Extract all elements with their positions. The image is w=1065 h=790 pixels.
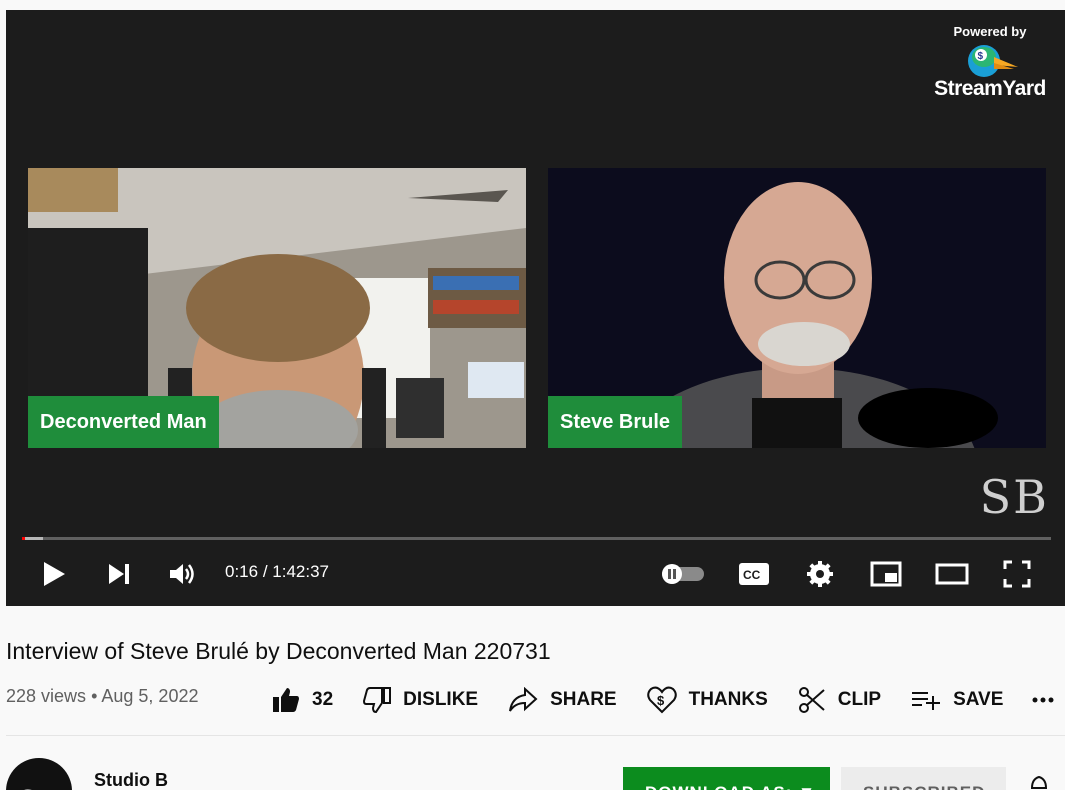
theater-icon — [935, 563, 969, 585]
captions-button[interactable]: CC — [734, 556, 774, 592]
fullscreen-icon — [1003, 560, 1031, 588]
video-actions: 32 DISLIKE SHARE $ THANKS CLIP SAVE — [272, 684, 1065, 716]
participant-name-tag-left: Deconverted Man — [28, 396, 219, 448]
progress-played — [22, 537, 25, 540]
progress-bar[interactable] — [22, 537, 1051, 540]
thumbs-down-icon — [363, 687, 392, 713]
time-display: 0:16 / 1:42:37 — [225, 562, 329, 582]
play-icon — [44, 562, 65, 586]
play-button[interactable] — [34, 556, 74, 592]
like-button[interactable]: 32 — [272, 687, 333, 713]
thanks-heart-icon: $ — [646, 686, 677, 714]
autoplay-toggle[interactable] — [660, 556, 706, 592]
video-meta: 228 views • Aug 5, 2022 — [6, 686, 198, 707]
thanks-button[interactable]: $ THANKS — [646, 686, 768, 714]
view-count: 228 views — [6, 686, 87, 706]
current-time: 0:16 — [225, 562, 259, 581]
svg-text:$: $ — [978, 51, 984, 62]
channel-watermark: SB — [979, 470, 1049, 524]
next-button[interactable] — [99, 556, 139, 592]
more-actions-button[interactable] — [1031, 696, 1065, 704]
save-playlist-icon — [912, 692, 941, 710]
like-count: 32 — [312, 689, 334, 710]
fullscreen-button[interactable] — [997, 556, 1037, 592]
share-button[interactable]: SHARE — [508, 687, 617, 713]
upload-date: Aug 5, 2022 — [101, 686, 199, 706]
video-player[interactable]: Powered by $ StreamYard Deconverted Man … — [6, 10, 1065, 606]
mute-button[interactable] — [163, 556, 203, 592]
progress-buffered — [22, 537, 43, 540]
clip-button[interactable]: CLIP — [798, 686, 881, 714]
channel-avatar[interactable]: SB — [6, 758, 72, 790]
save-label: SAVE — [953, 689, 1004, 710]
streamyard-logo-icon: $ — [968, 45, 1018, 77]
miniplayer-icon — [870, 561, 902, 587]
thumbs-up-icon — [273, 688, 299, 712]
streamyard-name: StreamYard — [934, 77, 1046, 100]
channel-name[interactable]: Studio B — [94, 770, 168, 790]
meta-separator: • — [91, 686, 98, 706]
page: Powered by $ StreamYard Deconverted Man … — [0, 0, 1065, 790]
share-label: SHARE — [550, 689, 617, 710]
settings-button[interactable] — [800, 556, 840, 592]
more-icon — [1032, 697, 1054, 703]
theater-mode-button[interactable] — [932, 556, 972, 592]
clip-scissors-icon — [798, 687, 825, 713]
subscribed-button[interactable]: SUBSCRIBED — [841, 767, 1006, 790]
dislike-button[interactable]: DISLIKE — [363, 687, 478, 713]
thanks-label: THANKS — [688, 689, 768, 710]
participant-tile-steve-brule: Steve Brule — [548, 168, 1046, 448]
svg-text:$: $ — [657, 693, 665, 708]
time-separator: / — [262, 562, 268, 581]
participant-name-tag-right: Steve Brule — [548, 396, 683, 448]
video-title: Interview of Steve Brulé by Deconverted … — [6, 638, 551, 664]
svg-text:CC: CC — [743, 568, 761, 582]
clip-label: CLIP — [837, 689, 882, 710]
autoplay-toggle-icon — [662, 564, 704, 584]
dislike-label: DISLIKE — [403, 689, 479, 710]
powered-by-label: Powered by — [953, 24, 1027, 39]
download-as-button[interactable]: DOWNLOAD AS: ▼ — [623, 767, 830, 790]
miniplayer-button[interactable] — [866, 556, 906, 592]
next-icon — [109, 564, 129, 584]
section-divider — [6, 735, 1065, 736]
volume-icon — [170, 564, 194, 584]
duration: 1:42:37 — [272, 562, 330, 581]
captions-icon: CC — [739, 563, 769, 585]
save-button[interactable]: SAVE — [911, 688, 1003, 712]
participant-tile-deconverted-man: Deconverted Man — [28, 168, 526, 448]
settings-gear-icon — [807, 561, 833, 587]
bell-icon[interactable] — [1028, 776, 1050, 790]
share-arrow-icon — [509, 687, 538, 712]
streamyard-branding: Powered by $ StreamYard — [925, 24, 1055, 101]
